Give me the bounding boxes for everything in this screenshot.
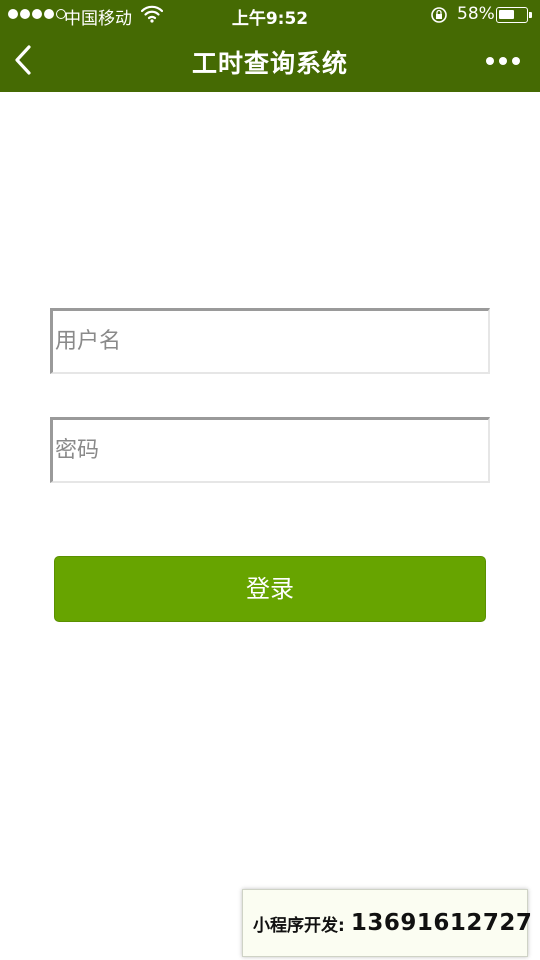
more-dot [499, 57, 507, 65]
promo-label: 小程序开发: [253, 915, 345, 936]
battery-fill [499, 10, 514, 19]
status-bar: 中国移动 上午9:52 58% [0, 0, 540, 30]
battery-percent: 58% [457, 4, 495, 24]
password-input[interactable] [53, 420, 488, 481]
password-field [50, 417, 490, 483]
nav-bar: 工时查询系统 [0, 30, 540, 92]
battery-icon [496, 7, 528, 23]
more-dot [486, 57, 494, 65]
more-dot [512, 57, 520, 65]
login-button[interactable]: 登录 [54, 556, 486, 622]
battery-tip [529, 12, 532, 18]
username-field [50, 308, 490, 374]
more-dots-icon[interactable] [486, 52, 522, 70]
app-header: 中国移动 上午9:52 58% 工时查询系统 [0, 0, 540, 92]
rotation-lock-icon [431, 7, 447, 23]
username-input[interactable] [53, 311, 488, 372]
page-title: 工时查询系统 [191, 49, 348, 78]
phone-screen: 中国移动 上午9:52 58% 工时查询系统 用户名 登录 小程序开发: 136… [0, 0, 540, 960]
promo-banner: 小程序开发: 13691612727 [242, 889, 532, 957]
promo-phone: 13691612727 [350, 910, 533, 936]
